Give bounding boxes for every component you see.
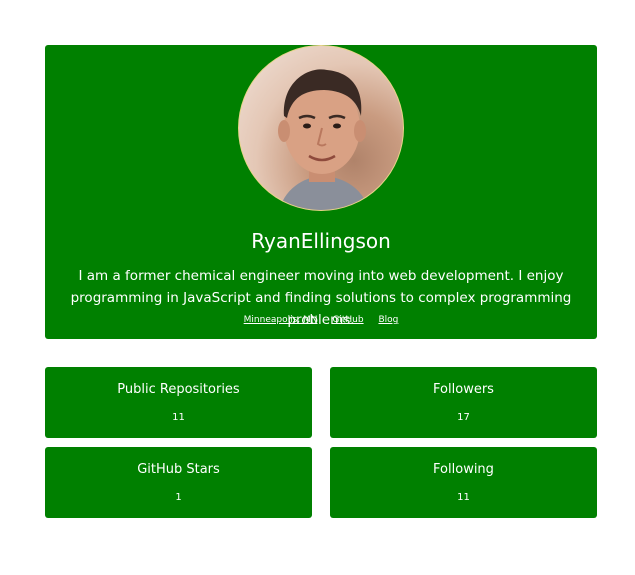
stat-value: 11: [457, 492, 470, 503]
stat-label: Following: [433, 462, 494, 477]
profile-name: RyanEllingson: [251, 229, 391, 253]
stat-value: 17: [457, 412, 470, 423]
stat-label: GitHub Stars: [137, 462, 220, 477]
avatar: [238, 45, 404, 211]
stat-label: Public Repositories: [117, 382, 240, 397]
stat-card-followers: Followers 17: [330, 367, 597, 438]
stat-card-following: Following 11: [330, 447, 597, 518]
stat-value: 1: [175, 492, 182, 503]
blog-link[interactable]: Blog: [378, 315, 398, 325]
stat-label: Followers: [433, 382, 494, 397]
location-link[interactable]: Minneapolis, MN: [244, 315, 318, 325]
profile-links: Minneapolis, MN GitHub Blog: [45, 314, 597, 326]
github-link[interactable]: GitHub: [332, 315, 363, 325]
stat-card-public-repositories: Public Repositories 11: [45, 367, 312, 438]
profile-photo-icon: [278, 69, 369, 210]
stat-value: 11: [172, 412, 185, 423]
stat-card-github-stars: GitHub Stars 1: [45, 447, 312, 518]
profile-card: RyanEllingson I am a former chemical eng…: [45, 45, 597, 339]
